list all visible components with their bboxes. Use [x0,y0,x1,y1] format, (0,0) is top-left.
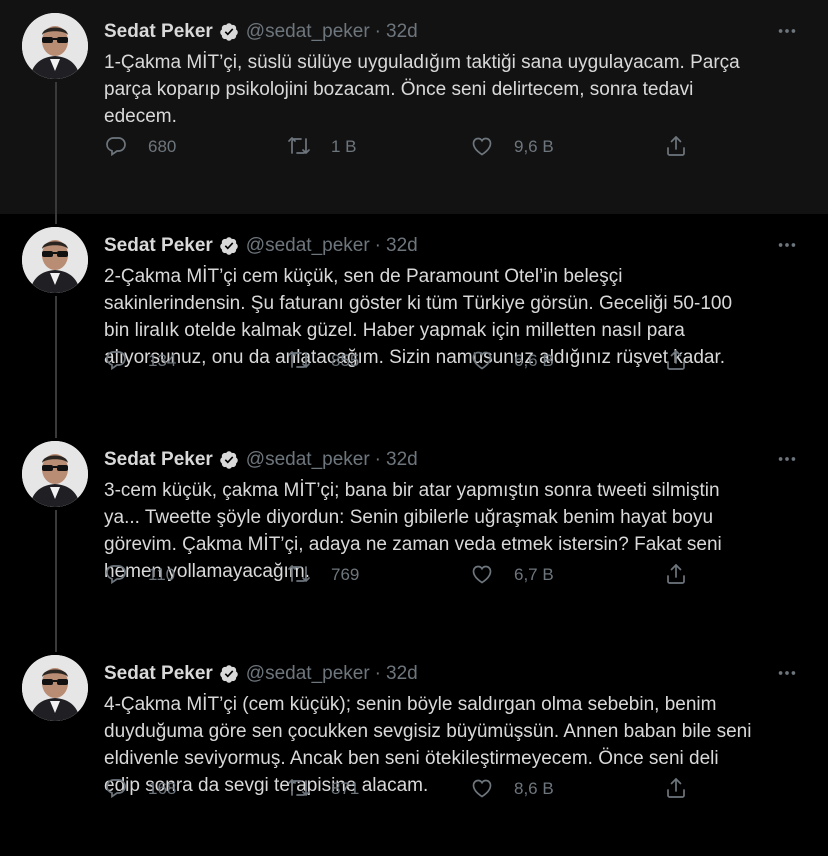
tweet[interactable]: Sedat Peker @sedat_peker · 32d 2-Çakma M… [0,214,828,428]
reply-icon [104,134,130,160]
retweet-button[interactable]: 1 B [287,132,357,162]
share-button[interactable] [664,774,708,804]
timestamp[interactable]: 32d [386,663,418,685]
reply-button[interactable]: 680 [104,132,176,162]
reply-button[interactable]: 110 [104,560,175,590]
share-button[interactable] [664,560,708,590]
thread-connector-line [55,510,57,652]
tweet-header: Sedat Peker @sedat_peker · 32d [104,233,418,259]
author-name[interactable]: Sedat Peker [104,21,213,43]
separator-dot: · [374,449,381,470]
timestamp[interactable]: 32d [386,21,418,43]
reply-icon [104,776,130,802]
retweet-icon [287,776,313,802]
more-horizontal-icon[interactable] [774,660,800,686]
author-handle[interactable]: @sedat_peker [246,663,370,685]
retweet-count: 1 B [331,137,357,156]
tweet-actions: 168 871 8,6 B [104,774,704,804]
author-handle[interactable]: @sedat_peker [246,21,370,43]
more-horizontal-icon[interactable] [774,232,800,258]
retweet-count: 769 [331,565,360,584]
tweet-actions: 110 769 6,7 B [104,560,704,590]
thread-connector-line [55,296,57,438]
like-count: 8,6 B [514,779,554,798]
tweet-actions: 134 855 6,6 B [104,346,704,376]
reply-button[interactable]: 134 [104,346,176,376]
verified-badge-icon [219,450,239,470]
reply-icon [104,562,130,588]
avatar[interactable] [22,655,88,721]
heart-icon [470,134,496,160]
separator-dot: · [374,663,381,684]
like-count: 6,7 B [514,565,554,584]
avatar[interactable] [22,227,88,293]
avatar[interactable] [22,441,88,507]
separator-dot: · [374,21,381,42]
heart-icon [470,776,496,802]
thread-connector-line [55,82,57,224]
author-handle[interactable]: @sedat_peker [246,235,370,257]
author-name[interactable]: Sedat Peker [104,235,213,257]
reply-icon [104,348,130,374]
verified-badge-icon [219,664,239,684]
share-icon [664,776,690,802]
like-button[interactable]: 8,6 B [470,774,554,804]
heart-icon [470,348,496,374]
retweet-icon [287,562,313,588]
author-handle[interactable]: @sedat_peker [246,449,370,471]
verified-badge-icon [219,22,239,42]
timestamp[interactable]: 32d [386,449,418,471]
share-icon [664,348,690,374]
share-icon [664,562,690,588]
retweet-button[interactable]: 769 [287,560,359,590]
more-horizontal-icon[interactable] [774,18,800,44]
more-horizontal-icon[interactable] [774,446,800,472]
share-icon [664,134,690,160]
share-button[interactable] [664,346,708,376]
tweet-header: Sedat Peker @sedat_peker · 32d [104,661,418,687]
reply-count: 134 [148,351,177,370]
author-name[interactable]: Sedat Peker [104,663,213,685]
reply-count: 680 [148,137,177,156]
reply-button[interactable]: 168 [104,774,176,804]
author-name[interactable]: Sedat Peker [104,449,213,471]
retweet-icon [287,134,313,160]
retweet-count: 871 [331,779,360,798]
like-button[interactable]: 6,6 B [470,346,554,376]
avatar[interactable] [22,13,88,79]
reply-count: 110 [148,565,176,584]
tweet[interactable]: Sedat Peker @sedat_peker · 32d 1-Çakma M… [0,0,828,214]
retweet-button[interactable]: 855 [287,346,359,376]
tweet-header: Sedat Peker @sedat_peker · 32d [104,19,418,45]
like-count: 6,6 B [514,351,554,370]
share-button[interactable] [664,132,708,162]
verified-badge-icon [219,236,239,256]
timestamp[interactable]: 32d [386,235,418,257]
like-count: 9,6 B [514,137,554,156]
retweet-button[interactable]: 871 [287,774,359,804]
like-button[interactable]: 9,6 B [470,132,554,162]
reply-count: 168 [148,779,177,798]
tweet-text: 1-Çakma MİT’çi, süslü sülüye uyguladığım… [104,52,740,127]
retweet-icon [287,348,313,374]
tweet-header: Sedat Peker @sedat_peker · 32d [104,447,418,473]
tweet[interactable]: Sedat Peker @sedat_peker · 32d 3-cem küç… [0,428,828,642]
retweet-count: 855 [331,351,360,370]
tweet-actions: 680 1 B 9,6 B [104,132,704,162]
heart-icon [470,562,496,588]
separator-dot: · [374,235,381,256]
like-button[interactable]: 6,7 B [470,560,554,590]
tweet[interactable]: Sedat Peker @sedat_peker · 32d 4-Çakma M… [0,642,828,856]
